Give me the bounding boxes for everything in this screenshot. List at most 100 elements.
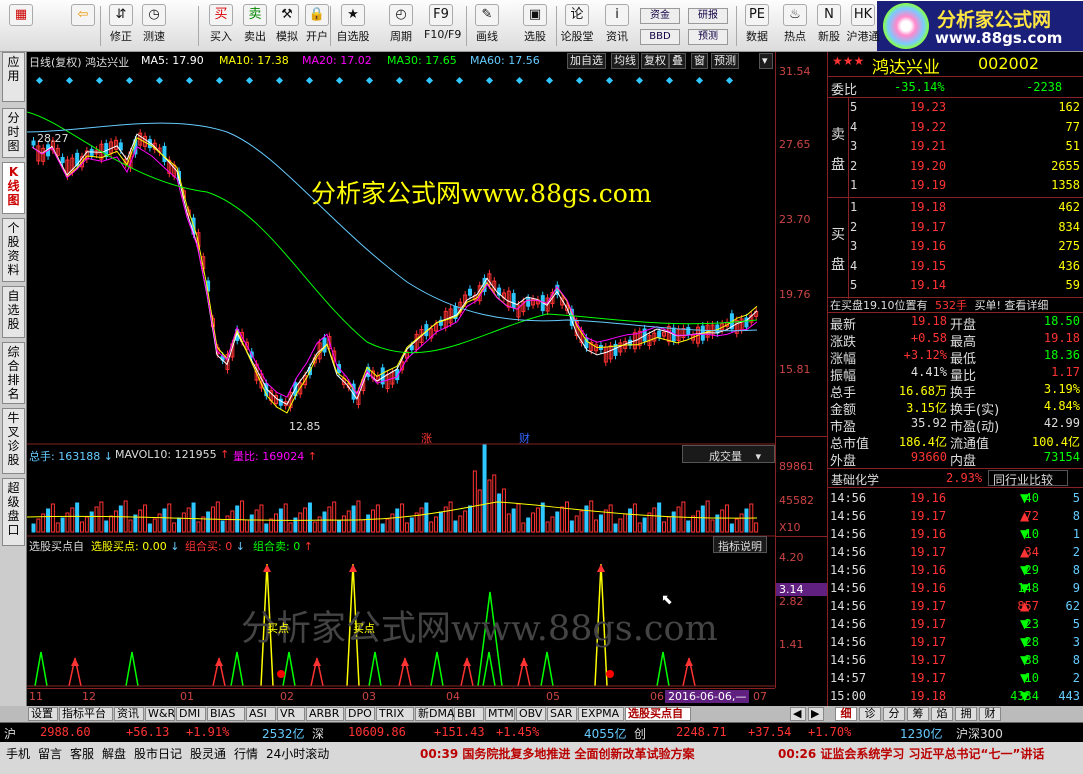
indicator-tab[interactable]: TRIX [376, 707, 414, 721]
select-stock-toolbar-button[interactable]: ▣ 选股 [518, 4, 552, 50]
volume-bar [598, 514, 603, 533]
hammer-toolbar-button[interactable]: ⚒ 模拟 [270, 4, 304, 50]
stat-value: +3.12% [903, 348, 947, 362]
pen-toolbar-button[interactable]: ✎ 画线 [470, 4, 504, 50]
quick-link[interactable]: 手机 [6, 745, 30, 762]
industry-compare-button[interactable]: 同行业比较 [988, 470, 1068, 487]
quick-button[interactable]: 预测 [688, 29, 728, 45]
tick-count: 443 [1058, 689, 1080, 703]
sell-level: 3 [850, 139, 858, 154]
right-tab[interactable]: 拥 [955, 707, 977, 721]
indicator-tab[interactable]: DMI [176, 707, 206, 721]
right-tab[interactable]: 筹 [907, 707, 929, 721]
buy-toolbar-button[interactable]: 买买入 [204, 4, 238, 50]
indicator-tab[interactable]: ARBR [306, 707, 344, 721]
candle [657, 330, 662, 338]
indicator-tab[interactable]: EXPMA [578, 707, 624, 721]
right-tab[interactable]: 细 [835, 707, 857, 721]
indicator-tab[interactable]: VR [277, 707, 305, 721]
indicator-tab[interactable]: W&R [145, 707, 175, 721]
news-ticker-2[interactable]: 00:26 证监会系统学习 习近平总书记“七一”讲话 [778, 745, 1044, 762]
hot-toolbar-button[interactable]: ♨ 热点 [778, 4, 812, 50]
discuss-toolbar-button[interactable]: 论论股堂 [560, 4, 594, 50]
hk-connect-toolbar-button[interactable]: HK 沪港通 [846, 4, 880, 50]
indicator-tab[interactable]: BIAS [207, 707, 245, 721]
tick-count: 8 [1072, 563, 1080, 577]
indicator-spike [368, 651, 382, 687]
volume-bar [351, 505, 356, 533]
indicator-tab[interactable]: ASI [246, 707, 276, 721]
quick-button[interactable]: BBD [640, 29, 680, 45]
indicator-tab[interactable]: DPO [345, 707, 375, 721]
quick-link[interactable]: 解盘 [102, 745, 126, 762]
big-order-notice[interactable]: 在买盘19.10位置有 532手 买单! 查看详细 [830, 297, 1048, 313]
up-down-toolbar-button[interactable]: ⇵ 修正 [104, 4, 138, 50]
back-arrow-toolbar-button[interactable]: ⇦ [66, 4, 100, 50]
left-tab[interactable]: 分时图 [2, 108, 25, 158]
volume-bar [686, 520, 691, 533]
hs300-label[interactable]: 沪深300 [956, 725, 1003, 742]
indicator-tab[interactable]: 选股买点自 [625, 707, 691, 721]
wei-bi-diff: -2238 [1026, 80, 1063, 94]
indicator-tab[interactable]: 新DMA [415, 707, 455, 721]
left-tab[interactable]: 个股资料 [2, 218, 25, 282]
quick-link[interactable]: 客服 [70, 745, 94, 762]
volume-bar [274, 513, 278, 533]
right-tab[interactable]: 财 [979, 707, 1001, 721]
quick-link[interactable]: 留言 [38, 745, 62, 762]
volume-bar [501, 488, 506, 533]
tab-next-icon[interactable]: ▶ [808, 707, 824, 721]
indicator-tab[interactable]: BBI [454, 707, 484, 721]
quick-button[interactable]: 资金 [640, 8, 680, 24]
right-tab[interactable]: 焰 [931, 707, 953, 721]
indicator-spike [656, 651, 670, 687]
news-ticker-1[interactable]: 00:39 国务院批复多地推进 全面创新改革试验方案 [420, 745, 695, 762]
tab-prev-icon[interactable]: ◀ [790, 707, 806, 721]
volume-dropdown[interactable]: 成交量 ▾ [682, 445, 775, 463]
lock-toolbar-button[interactable]: 🔒 开户 [300, 4, 334, 50]
indicator-tab[interactable]: 指标平台 [59, 707, 113, 721]
new-stock-toolbar-button[interactable]: N 新股 [812, 4, 846, 50]
cy-index: 2248.71 [676, 725, 727, 739]
left-tab[interactable]: 牛叉诊股 [2, 408, 25, 474]
period-clock-toolbar-button[interactable]: ◴ 周期 [384, 4, 418, 50]
left-tab[interactable]: K线图 [2, 162, 25, 214]
watermark-text: 分析家公式网www.88gs.com [311, 179, 652, 208]
left-tab[interactable]: 超级盘口 [2, 478, 25, 546]
quick-link[interactable]: 24小时滚动 [266, 745, 329, 762]
quick-link[interactable]: 股市日记 [134, 745, 182, 762]
grid-toolbar-button[interactable]: ▦ [4, 4, 38, 50]
indicator-tab[interactable]: MTM [485, 707, 515, 721]
stat-value: 18.36 [1043, 348, 1080, 362]
signal-diamond [545, 76, 554, 85]
indicator-tab[interactable]: SAR [547, 707, 577, 721]
quick-button[interactable]: 研报 [688, 8, 728, 24]
indicator-tab[interactable]: 资讯 [114, 707, 144, 721]
signal-diamond [485, 76, 494, 85]
f10-icon: F9 [429, 4, 453, 26]
indicator-tab[interactable]: OBV [516, 707, 546, 721]
sell-side-label: 卖盘 [831, 127, 845, 173]
star-toolbar-button[interactable]: ★ 自选股 [336, 4, 370, 50]
tick-time: 14:56 [830, 491, 867, 505]
right-tab[interactable]: 分 [883, 707, 905, 721]
news-toolbar-button[interactable]: i 资讯 [600, 4, 634, 50]
left-tab[interactable]: 自选股 [2, 286, 25, 338]
signal-diamond [365, 76, 374, 85]
toolbar-button-label: 沪港通 [846, 30, 880, 43]
left-tab[interactable]: 应用 [2, 52, 25, 102]
right-tab[interactable]: 诊 [859, 707, 881, 721]
clock-toolbar-button[interactable]: ◷ 测速 [137, 4, 171, 50]
quick-link[interactable]: 股灵通 [190, 745, 226, 762]
volume-bar [371, 509, 375, 533]
sell-toolbar-button[interactable]: 卖卖出 [238, 4, 272, 50]
f10-toolbar-button[interactable]: F9 F10/F9 [424, 4, 461, 50]
volume-bar [511, 508, 516, 533]
indicator-help-button[interactable]: 指标说明 [713, 536, 767, 553]
indicator-tab[interactable]: 设置 [28, 707, 58, 721]
signal-diamond [575, 76, 584, 85]
left-tab[interactable]: 综合排名 [2, 342, 25, 404]
pe-data-toolbar-button[interactable]: PE 数据 [740, 4, 774, 50]
kline-chart-area[interactable]: 日线(复权) 鸿达兴业 MA5: 17.90 MA10: 17.38 MA20:… [27, 52, 775, 688]
quick-link[interactable]: 行情 [234, 745, 258, 762]
